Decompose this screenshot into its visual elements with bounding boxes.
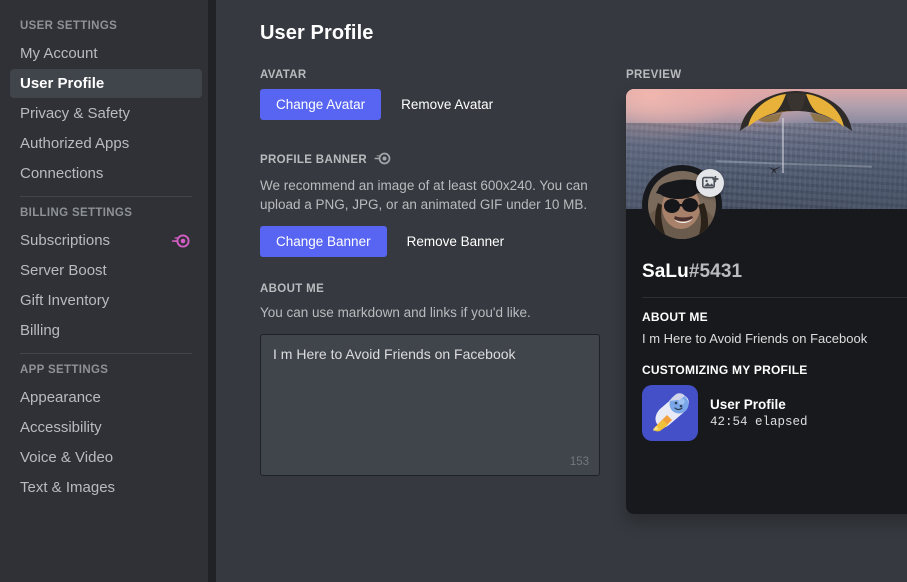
sidebar-item-voice-and-video[interactable]: Voice & Video [10,443,202,472]
add-image-icon[interactable] [696,169,724,197]
sidebar-item-label: Accessibility [20,419,102,436]
preview-column: PREVIEW SaLu#5431 ABOUT ME I m Here to A… [626,69,907,514]
profile-banner-section-label: PROFILE BANNER [260,152,608,168]
nitro-icon [170,233,190,248]
username-discriminator: #5431 [688,261,743,282]
profile-settings-column: AVATAR Change Avatar Remove Avatar PROFI… [260,69,608,476]
activity-meta: User Profile 42:54 elapsed [710,397,808,429]
sidebar-item-text-and-images[interactable]: Text & Images [10,473,202,502]
preview-activity-title: CUSTOMIZING MY PROFILE [642,363,808,377]
nitro-icon [373,152,391,168]
sidebar-item-accessibility[interactable]: Accessibility [10,413,202,442]
remove-banner-button[interactable]: Remove Banner [393,226,519,257]
sidebar-item-label: Gift Inventory [20,292,110,309]
about-me-char-counter: 153 [569,456,589,468]
activity-name: User Profile [710,397,786,412]
profile-username: SaLu#5431 [642,261,907,283]
nitro-badge-icon[interactable] [892,205,907,209]
settings-window: USER SETTINGS My Account User Profile Pr… [0,0,907,582]
sidebar-item-authorized-apps[interactable]: Authorized Apps [10,129,202,158]
preview-label: PREVIEW [626,69,682,81]
profile-banner-description: We recommend an image of at least 600x24… [260,178,588,212]
sidebar-item-label: Privacy & Safety [20,105,131,122]
rocket-icon [642,385,698,441]
activity-card: User Profile 42:54 elapsed [642,385,907,441]
about-me-hint: You can use markdown and links if you'd … [260,305,531,320]
avatar-section: AVATAR Change Avatar Remove Avatar [260,69,608,120]
preview-about-me-title: ABOUT ME [642,310,708,324]
sidebar-item-my-account[interactable]: My Account [10,39,202,68]
activity-elapsed: 42:54 elapsed [710,415,808,429]
sidebar-item-label: Authorized Apps [20,135,130,152]
about-me-value: I m Here to Avoid Friends on Facebook [273,346,516,362]
avatar-button-row: Change Avatar Remove Avatar [260,89,608,120]
sidebar-item-user-profile[interactable]: User Profile [10,69,202,98]
sidebar-item-subscriptions[interactable]: Subscriptions [10,226,202,255]
remove-avatar-button[interactable]: Remove Avatar [387,89,507,120]
avatar[interactable] [642,165,724,245]
sidebar-section-header-app-settings: APP SETTINGS [20,364,109,376]
sidebar-item-label: Server Boost [20,262,107,279]
username-text: SaLu [642,261,689,282]
sidebar-item-label: Appearance [20,389,101,406]
about-me-section-label: ABOUT ME [260,283,325,295]
about-me-input[interactable]: I m Here to Avoid Friends on Facebook 15… [260,334,600,476]
sidebar-item-label: Billing [20,322,61,339]
sidebar-item-server-boost[interactable]: Server Boost [10,256,202,285]
scrollbar-thumb[interactable] [209,0,213,300]
sidebar-item-label: Text & Images [20,479,116,496]
sidebar-item-billing[interactable]: Billing [10,316,202,345]
banner-button-row: Change Banner Remove Banner [260,226,608,257]
sidebar-item-label: User Profile [20,75,105,92]
sidebar-item-appearance[interactable]: Appearance [10,383,202,412]
sidebar-item-label: Connections [20,165,104,182]
skydiver-figure-icon [767,163,783,176]
about-me-section: ABOUT ME You can use markdown and links … [260,283,608,476]
settings-content: User Profile AVATAR Change Avatar Remove… [216,0,907,582]
sidebar-section-header-billing-settings: BILLING SETTINGS [20,207,133,219]
sidebar-item-label: Voice & Video [20,449,114,466]
sidebar-item-privacy-and-safety[interactable]: Privacy & Safety [10,99,202,128]
sidebar-item-label: My Account [20,45,98,62]
sidebar-item-gift-inventory[interactable]: Gift Inventory [10,286,202,315]
settings-sidebar: USER SETTINGS My Account User Profile Pr… [0,0,208,582]
profile-banner-label-text: PROFILE BANNER [260,154,368,166]
sidebar-section-header-user-settings: USER SETTINGS [20,20,118,32]
profile-card-body: SaLu#5431 ABOUT ME I m Here to Avoid Fri… [626,209,907,441]
profile-banner-section: PROFILE BANNER We recommend an image of … [260,152,608,257]
sidebar-divider [20,196,192,197]
profile-preview-card: SaLu#5431 ABOUT ME I m Here to Avoid Fri… [626,89,907,514]
page-title: User Profile [260,22,374,44]
content-columns: AVATAR Change Avatar Remove Avatar PROFI… [260,69,907,514]
change-avatar-button[interactable]: Change Avatar [260,89,382,120]
change-banner-button[interactable]: Change Banner [260,226,387,257]
sidebar-divider [20,353,192,354]
profile-card-divider [642,297,907,298]
sidebar-nav-list: USER SETTINGS My Account User Profile Pr… [0,14,208,502]
preview-about-me-text: I m Here to Avoid Friends on Facebook [642,331,868,346]
sidebar-scrollbar[interactable] [208,0,216,582]
sidebar-item-connections[interactable]: Connections [10,159,202,188]
parachute-canopy-icon [734,91,858,137]
sidebar-item-label: Subscriptions [20,232,111,249]
avatar-section-label: AVATAR [260,69,307,81]
